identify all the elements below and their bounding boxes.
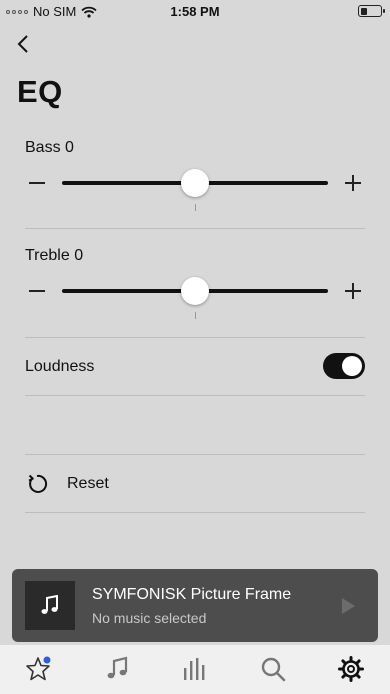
toggle-knob — [342, 356, 362, 376]
treble-label: Treble 0 — [25, 247, 83, 265]
now-playing-bar[interactable]: SYMFONISK Picture Frame No music selecte… — [12, 569, 378, 642]
tab-favorites[interactable] — [21, 653, 55, 685]
clock: 1:58 PM — [170, 4, 220, 19]
chevron-left-icon — [17, 35, 28, 53]
tab-search[interactable] — [256, 653, 290, 685]
tab-music[interactable] — [100, 653, 134, 685]
divider — [25, 454, 365, 455]
play-icon[interactable] — [340, 597, 356, 615]
tab-bar — [0, 645, 390, 694]
tab-rooms[interactable] — [178, 653, 212, 685]
notification-badge — [43, 656, 51, 664]
music-note-icon — [41, 594, 58, 614]
bass-value: 0 — [65, 139, 74, 156]
treble-center-tick — [195, 312, 196, 319]
bass-slider-thumb[interactable] — [181, 169, 209, 197]
reset-icon — [25, 472, 49, 496]
bass-slider-row — [25, 168, 365, 211]
treble-value: 0 — [74, 247, 84, 264]
reset-button[interactable]: Reset — [25, 470, 365, 498]
bass-center-tick — [195, 204, 196, 211]
bass-label: Bass 0 — [25, 139, 74, 157]
bass-increase-button[interactable] — [345, 175, 361, 191]
star-icon — [26, 656, 51, 681]
treble-increase-button[interactable] — [345, 283, 361, 299]
treble-slider-row — [25, 276, 365, 319]
divider — [25, 395, 365, 396]
loudness-label: Loudness — [25, 358, 95, 375]
treble-slider[interactable] — [62, 277, 328, 305]
reset-label: Reset — [67, 475, 109, 492]
page-title: EQ — [17, 74, 63, 109]
treble-label-text: Treble — [25, 247, 70, 264]
back-button[interactable] — [10, 30, 36, 58]
search-icon — [261, 657, 286, 682]
treble-decrease-button[interactable] — [29, 290, 45, 292]
tab-settings[interactable] — [334, 653, 368, 685]
loudness-toggle[interactable] — [323, 353, 365, 379]
album-art — [25, 581, 75, 630]
now-playing-subtitle: No music selected — [92, 610, 207, 626]
music-note-icon — [107, 656, 128, 679]
bass-label-text: Bass — [25, 139, 61, 156]
now-playing-title: SYMFONISK Picture Frame — [92, 586, 292, 603]
bass-slider[interactable] — [62, 169, 328, 197]
gear-icon — [338, 656, 364, 682]
bass-decrease-button[interactable] — [29, 182, 45, 184]
divider — [25, 228, 365, 229]
bars-icon — [184, 658, 205, 680]
divider — [25, 512, 365, 513]
divider — [25, 337, 365, 338]
battery-icon — [358, 5, 385, 17]
status-bar: No SIM 1:58 PM — [0, 0, 390, 22]
treble-slider-thumb[interactable] — [181, 277, 209, 305]
